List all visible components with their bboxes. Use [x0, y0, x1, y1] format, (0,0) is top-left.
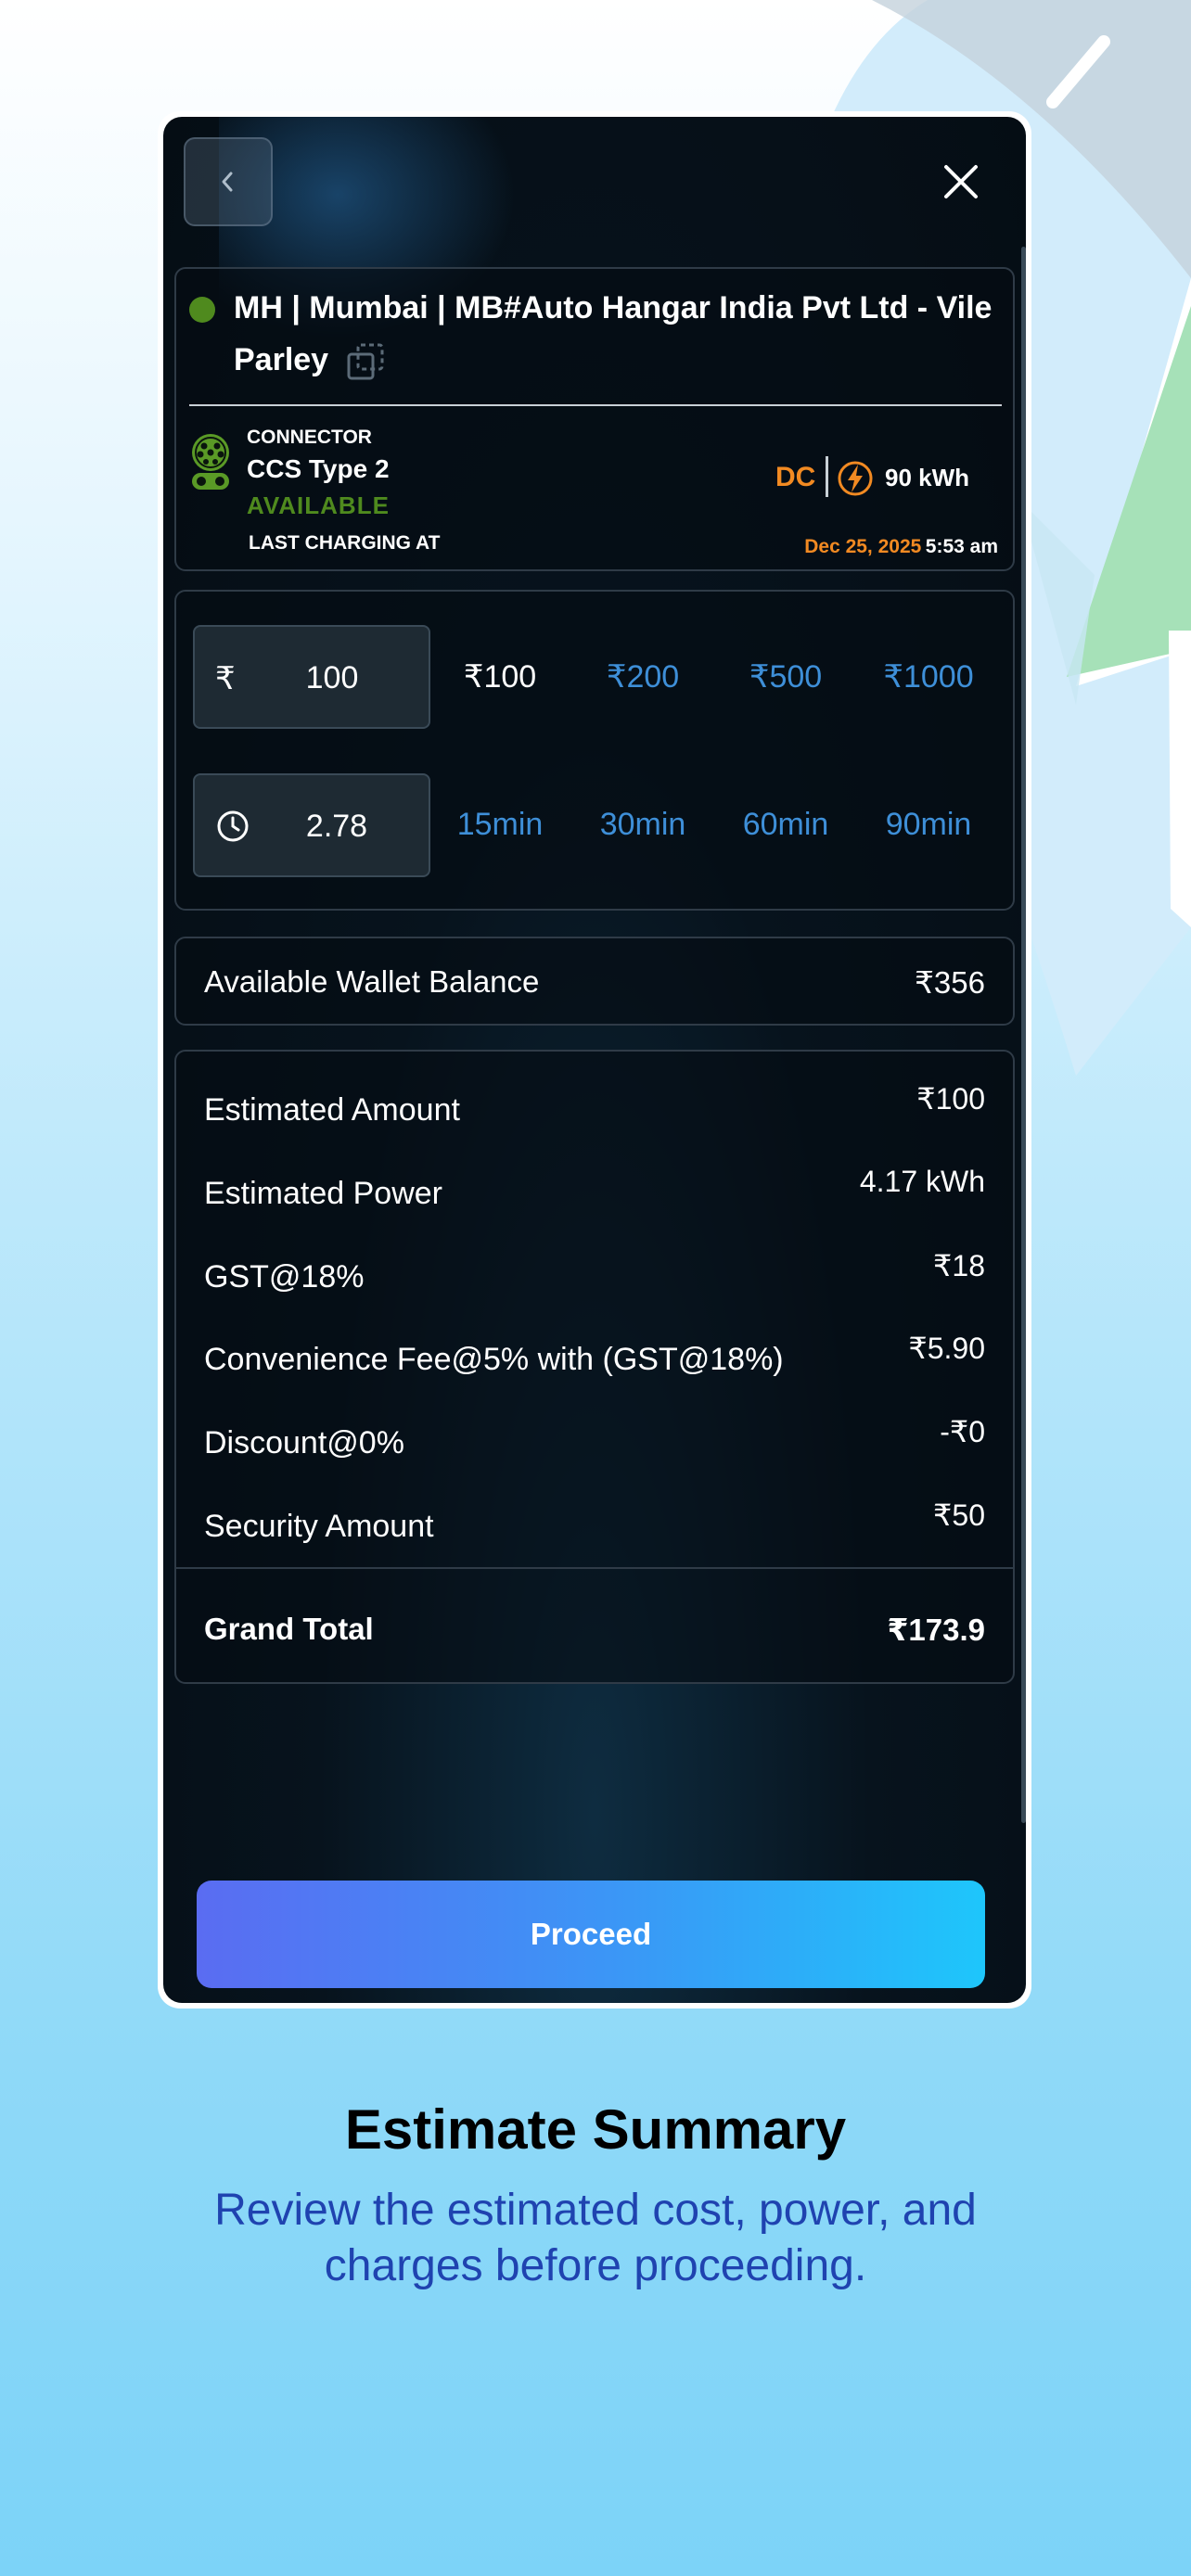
- estimated-amount-value: ₹100: [916, 1082, 985, 1116]
- wallet-balance-card: Available Wallet Balance ₹356: [174, 937, 1015, 1026]
- last-charging-datetime: Dec 25, 2025 5:53 am: [804, 536, 998, 558]
- discount-label: Discount@0%: [204, 1425, 404, 1460]
- estimate-summary-card: Estimated Amount ₹100 Estimated Power 4.…: [174, 1050, 1015, 1684]
- station-title: MH | Mumbai | MB#Auto Hangar India Pvt L…: [234, 282, 1004, 386]
- duration-value: 2.78: [305, 809, 368, 844]
- amount-input[interactable]: ₹ 100: [193, 625, 430, 729]
- close-button[interactable]: [916, 137, 1005, 226]
- amount-chip-100[interactable]: ₹100: [430, 658, 570, 695]
- duration-chip-90[interactable]: 90min: [859, 807, 998, 843]
- close-icon: [944, 165, 978, 198]
- proceed-button[interactable]: Proceed: [197, 1881, 985, 1988]
- power-rating: 90 kWh: [885, 464, 970, 491]
- amount-chip-500[interactable]: ₹500: [716, 658, 855, 695]
- last-charging-label: LAST CHARGING AT: [249, 532, 441, 554]
- availability-status: AVAILABLE: [247, 491, 390, 519]
- security-amount-label: Security Amount: [204, 1509, 434, 1544]
- grand-total-label: Grand Total: [204, 1612, 374, 1646]
- chevron-left-icon: [222, 172, 233, 192]
- estimated-power-value: 4.17 kWh: [859, 1165, 985, 1198]
- estimated-amount-label: Estimated Amount: [204, 1092, 460, 1128]
- ccs-connector-icon: [192, 434, 229, 490]
- duration-chip-60[interactable]: 60min: [716, 807, 855, 843]
- convenience-fee-value: ₹5.90: [908, 1332, 985, 1365]
- wallet-balance-label: Available Wallet Balance: [204, 964, 540, 999]
- amount-chip-200[interactable]: ₹200: [573, 658, 712, 695]
- estimated-power-label: Estimated Power: [204, 1176, 442, 1211]
- caption-title: Estimate Summary: [344, 2098, 847, 2161]
- amount-chip-1000[interactable]: ₹1000: [859, 658, 998, 695]
- scrollbar[interactable]: [1021, 247, 1026, 1823]
- gst-label: GST@18%: [204, 1259, 365, 1294]
- wallet-balance-value: ₹356: [914, 965, 985, 1000]
- duration-input[interactable]: 2.78: [193, 773, 430, 877]
- convenience-fee-label: Convenience Fee@5% with (GST@18%): [204, 1342, 784, 1377]
- duration-chip-15[interactable]: 15min: [430, 807, 570, 843]
- copy-icon[interactable]: [345, 341, 386, 382]
- total-divider: [176, 1567, 1013, 1569]
- phone-frame: MH | Mumbai | MB#Auto Hangar India Pvt L…: [158, 111, 1031, 2009]
- status-dot: [189, 297, 215, 323]
- amount-duration-card: ₹ 100 ₹100 ₹200 ₹500 ₹1000 2.78 15min 30…: [174, 590, 1015, 911]
- duration-chip-30[interactable]: 30min: [573, 807, 712, 843]
- caption-subtitle: Review the estimated cost, power, and ch…: [214, 2186, 977, 2290]
- last-charging-date: Dec 25, 2025: [804, 536, 922, 557]
- grand-total-value: ₹173.9: [887, 1613, 985, 1647]
- connector-type: CCS Type 2: [247, 454, 390, 483]
- gst-value: ₹18: [933, 1249, 985, 1282]
- current-type: DC: [775, 462, 816, 492]
- station-card: MH | Mumbai | MB#Auto Hangar India Pvt L…: [174, 267, 1015, 571]
- current-divider: [826, 456, 828, 497]
- connector-label: CONNECTOR: [247, 427, 372, 448]
- discount-value: -₹0: [940, 1415, 985, 1448]
- back-button[interactable]: [184, 137, 273, 226]
- divider: [189, 404, 1002, 406]
- security-amount-value: ₹50: [933, 1498, 985, 1532]
- estimate-screen: MH | Mumbai | MB#Auto Hangar India Pvt L…: [163, 117, 1026, 2003]
- last-charging-time: 5:53 am: [925, 536, 998, 557]
- amount-value: 100: [305, 660, 359, 695]
- lightning-bolt-icon: [838, 461, 873, 496]
